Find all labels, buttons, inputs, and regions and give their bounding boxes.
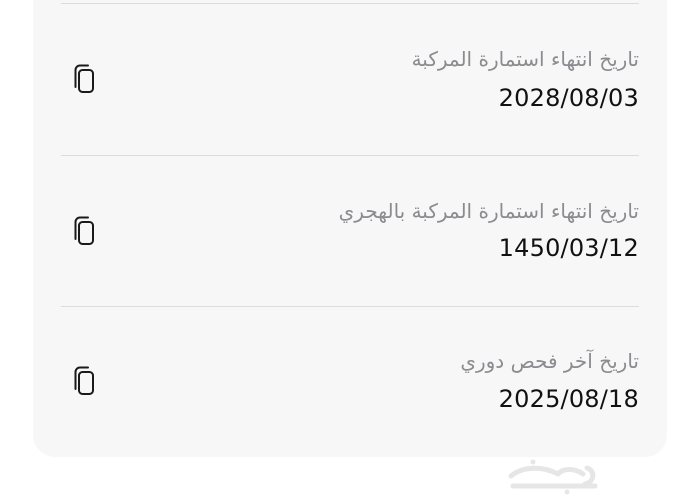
detail-label: تاريخ آخر فحص دوري bbox=[460, 349, 639, 373]
detail-row-registration-expiry-hijri: تاريخ انتهاء استمارة المركبة بالهجري 145… bbox=[61, 156, 639, 306]
detail-label: تاريخ انتهاء استمارة المركبة بالهجري bbox=[338, 199, 639, 223]
detail-value: 2028/08/03 bbox=[498, 84, 639, 112]
copy-icon bbox=[74, 64, 94, 93]
page: تاريخ انتهاء استمارة المركبة 2028/08/03 … bbox=[0, 0, 700, 500]
detail-label: تاريخ انتهاء استمارة المركبة bbox=[411, 47, 639, 71]
copy-icon bbox=[74, 366, 94, 395]
copy-button[interactable] bbox=[67, 59, 103, 99]
detail-row-registration-expiry: تاريخ انتهاء استمارة المركبة 2028/08/03 bbox=[61, 4, 639, 154]
copy-button[interactable] bbox=[67, 211, 103, 251]
haraj-watermark-logo bbox=[508, 459, 598, 495]
detail-value: 2025/08/18 bbox=[498, 385, 639, 413]
detail-row-last-inspection: تاريخ آخر فحص دوري 2025/08/18 bbox=[61, 307, 639, 457]
copy-button[interactable] bbox=[67, 361, 103, 401]
copy-icon bbox=[74, 216, 94, 245]
detail-value: 1450/03/12 bbox=[498, 234, 639, 262]
